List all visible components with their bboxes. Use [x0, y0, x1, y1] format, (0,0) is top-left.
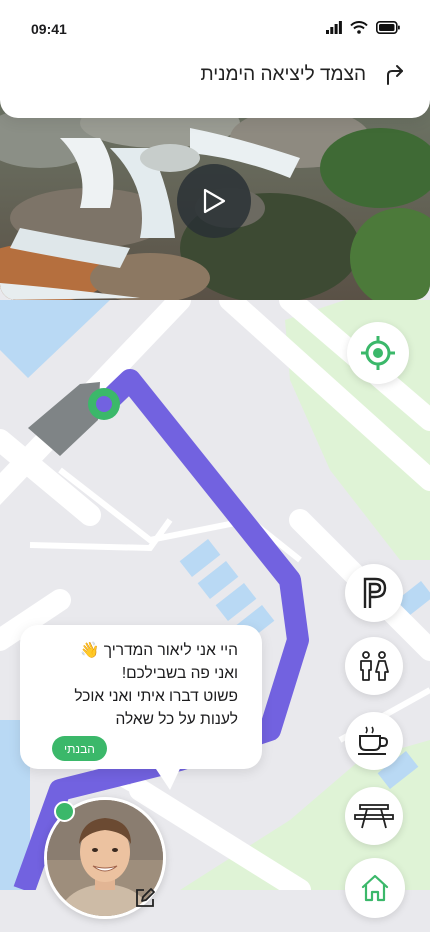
locate-button[interactable]: [347, 322, 409, 384]
navigation-header: 09:41 הצמד ליציאה הימנית: [0, 0, 430, 118]
guide-message: היי אני ליאור המדריך 👋 ואני פה בשבילכם! …: [28, 639, 238, 731]
turn-right-arrow-icon: [387, 65, 403, 85]
home-button[interactable]: [345, 858, 405, 918]
message-line: ואני פה בשבילכם!: [121, 665, 238, 682]
locate-crosshair-icon: [361, 336, 395, 370]
online-status-indicator: [54, 801, 75, 822]
restrooms-button[interactable]: [345, 637, 403, 695]
signal-icon: [326, 21, 342, 34]
coffee-cup-icon: [358, 726, 389, 755]
play-icon: [203, 188, 226, 214]
restroom-icon: [360, 651, 389, 681]
picnic-button[interactable]: [345, 787, 403, 845]
edit-button[interactable]: [134, 887, 156, 909]
instruction-text: הצמד ליציאה הימנית: [200, 64, 366, 85]
bubble-tail: [150, 760, 184, 790]
turn-instruction: הצמד ליציאה הימנית: [200, 64, 406, 86]
wifi-icon: [350, 21, 368, 34]
message-line: היי אני ליאור המדריך 👋: [80, 642, 238, 659]
message-line: פשוט דברו איתי ואני אוכל: [74, 688, 238, 705]
parking-button[interactable]: [345, 564, 403, 622]
status-icons: [326, 21, 400, 34]
guide-message-bubble: היי אני ליאור המדריך 👋 ואני פה בשבילכם! …: [20, 625, 262, 769]
play-button[interactable]: [177, 164, 251, 238]
parking-icon: [363, 577, 387, 608]
edit-icon: [136, 888, 155, 907]
status-time: 09:41: [31, 21, 67, 37]
picnic-table-icon: [354, 804, 394, 829]
home-icon: [361, 874, 389, 902]
battery-icon: [376, 21, 400, 34]
message-line: לענות על כל שאלה: [115, 711, 238, 728]
acknowledge-button[interactable]: הבנתי: [52, 736, 107, 761]
cafe-button[interactable]: [345, 712, 403, 770]
